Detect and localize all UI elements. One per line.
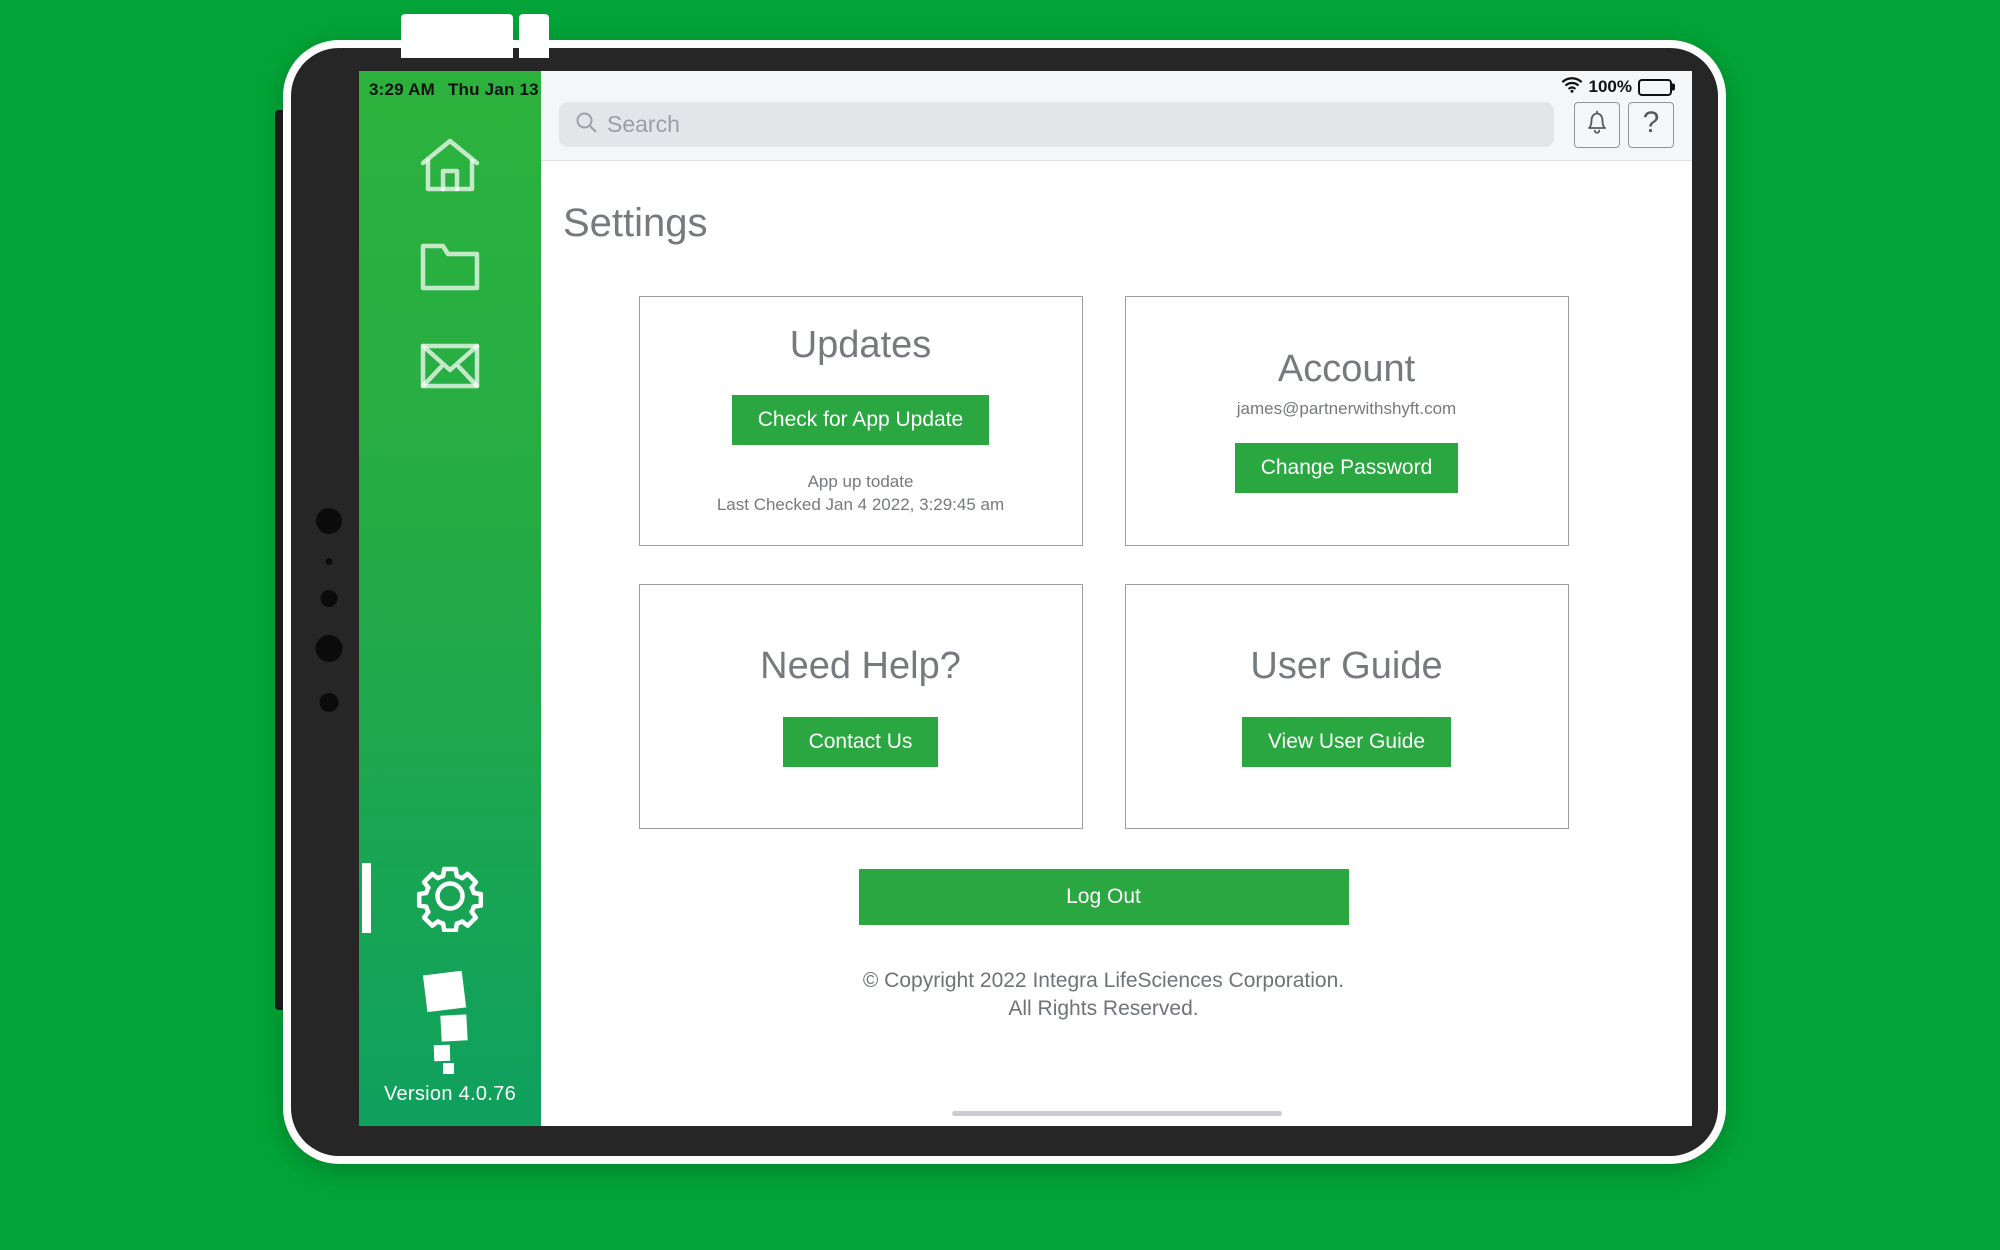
battery-percent-label: 100% [1588, 77, 1632, 96]
update-status-text: App up todate Last Checked Jan 4 2022, 3… [717, 471, 1004, 517]
mail-icon [419, 342, 481, 390]
update-status-line: App up todate [807, 472, 914, 492]
sidebar-nav-top [359, 116, 541, 416]
status-bar-time: 3:29 AM [369, 80, 435, 99]
sensor-dot [315, 635, 343, 662]
search-bar[interactable] [559, 102, 1554, 147]
sensor-dot [319, 693, 339, 712]
sensor-dot [325, 558, 333, 565]
status-bar-date: Thu Jan 13 [447, 80, 539, 99]
card-account: Account james@partnerwithshyft.com Chang… [1124, 296, 1569, 546]
help-button[interactable]: ? [1628, 101, 1674, 148]
copyright-notice: © Copyright 2022 Integra LifeSciences Co… [563, 967, 1644, 1024]
status-bar-right: 100% [1561, 76, 1672, 98]
sensor-dot [316, 508, 342, 534]
settings-card-grid: Updates Check for App Update App up toda… [638, 296, 1569, 829]
tablet-screen: 3:29 AM Thu Jan 13 Version 4.0.76 100% S… [359, 71, 1692, 1126]
topbar: 100% Search ? [541, 71, 1692, 161]
gear-icon [414, 860, 486, 937]
sidebar-item-files[interactable] [359, 216, 541, 316]
sidebar-item-messages[interactable] [359, 316, 541, 416]
bezel-sensor-dots [311, 508, 347, 808]
sidebar: 3:29 AM Thu Jan 13 Version 4.0.76 [359, 71, 541, 1126]
search-input[interactable] [607, 111, 1538, 138]
card-need-help: Need Help? Contact Us [638, 584, 1083, 829]
battery-full-icon [1638, 78, 1672, 96]
notifications-button[interactable] [1574, 101, 1620, 148]
card-title-user-guide: User Guide [1250, 644, 1443, 687]
main-content: 100% Search ? Settings Updates Check for… [541, 71, 1692, 1126]
change-password-button[interactable]: Change Password [1234, 442, 1459, 493]
page-title: Settings [563, 201, 708, 245]
card-user-guide: User Guide View User Guide [1124, 584, 1569, 829]
card-title-updates: Updates [789, 324, 932, 367]
home-icon [419, 137, 481, 195]
sidebar-item-home[interactable] [359, 116, 541, 216]
search-icon [575, 111, 597, 138]
copyright-line-1: © Copyright 2022 Integra LifeSciences Co… [862, 969, 1345, 993]
bell-icon [1584, 109, 1610, 141]
folder-icon [419, 240, 481, 292]
device-top-tab [401, 14, 513, 58]
device-top-tab-secondary [519, 14, 549, 58]
card-title-account: Account [1277, 348, 1416, 391]
card-updates: Updates Check for App Update App up toda… [638, 296, 1083, 546]
integra-logo-icon [359, 953, 541, 1083]
app-version-label: Version 4.0.76 [383, 1083, 517, 1105]
tablet-bezel: 3:29 AM Thu Jan 13 Version 4.0.76 100% S… [291, 14, 1718, 1156]
tablet-device-frame: 3:29 AM Thu Jan 13 Version 4.0.76 100% S… [283, 14, 1726, 1164]
log-out-button[interactable]: Log Out [858, 869, 1349, 926]
home-indicator [951, 1111, 1282, 1116]
account-email: james@partnerwithshyft.com [1236, 398, 1457, 418]
sensor-dot [320, 590, 338, 607]
question-mark-icon: ? [1642, 106, 1660, 139]
view-user-guide-button[interactable]: View User Guide [1241, 717, 1452, 768]
sidebar-item-settings[interactable] [359, 843, 541, 953]
update-last-checked-line: Last Checked Jan 4 2022, 3:29:45 am [716, 494, 1005, 514]
sidebar-active-indicator [362, 863, 371, 933]
check-for-app-update-button[interactable]: Check for App Update [731, 394, 990, 446]
wifi-icon [1561, 76, 1583, 98]
settings-page: Settings Updates Check for App Update Ap… [541, 161, 1692, 1126]
copyright-line-2: All Rights Reserved. [1008, 997, 1199, 1021]
card-title-need-help: Need Help? [760, 644, 961, 687]
status-bar-clock: 3:29 AM Thu Jan 13 [359, 71, 541, 100]
contact-us-button[interactable]: Contact Us [782, 717, 939, 768]
